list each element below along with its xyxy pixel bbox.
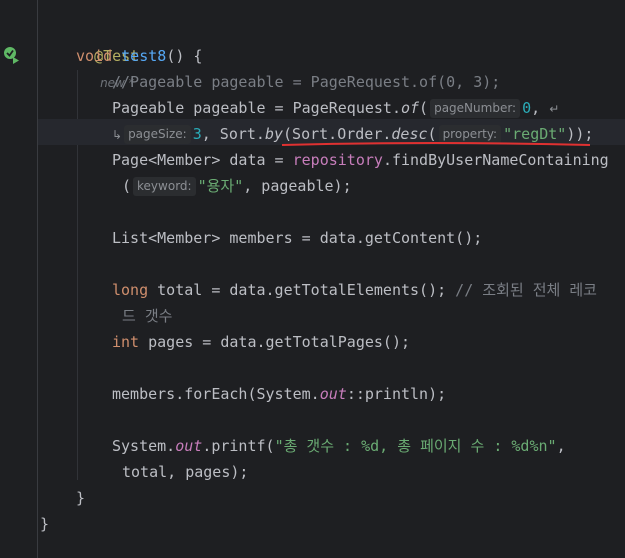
- param-hint: pageNumber:: [430, 99, 521, 118]
- code-line-17: System.out.printf("총 갯수 : %d, 총 페이지 수 : …: [112, 437, 566, 455]
- code-line-7: (keyword: "용자", pageable);: [122, 177, 352, 196]
- method-name: test8: [121, 47, 167, 65]
- gutter-divider: [37, 0, 38, 558]
- param-hint: pageSize:: [124, 125, 191, 144]
- code-line-15: members.forEach(System.out::println);: [112, 385, 447, 403]
- code-line-11: long total = data.getTotalElements(); //…: [112, 281, 597, 299]
- soft-wrap-icon: ↵: [549, 102, 560, 116]
- code-line-6: Page<Member> data = repository.findByUse…: [112, 151, 609, 169]
- code-line-9: List<Member> members = data.getContent()…: [112, 229, 483, 247]
- code-line-4: Pageable pageable = PageRequest.of(pageN…: [112, 99, 560, 118]
- param-hint: keyword:: [133, 177, 196, 196]
- run-test-icon[interactable]: [2, 45, 22, 65]
- code-line-3: //Pageable pageable = PageRequest.of(0, …: [112, 73, 501, 91]
- code-line-1: @Test new *: [76, 17, 139, 90]
- code-line-20: }: [40, 515, 50, 533]
- code-line-12: 드 갯수: [122, 307, 173, 325]
- code-line-19: }: [76, 489, 86, 507]
- code-line-2: void test8() {: [76, 47, 203, 65]
- code-line-13: int pages = data.getTotalPages();: [112, 333, 411, 351]
- soft-wrap-icon: ↳: [112, 128, 123, 142]
- code-line-18: total, pages);: [122, 463, 249, 481]
